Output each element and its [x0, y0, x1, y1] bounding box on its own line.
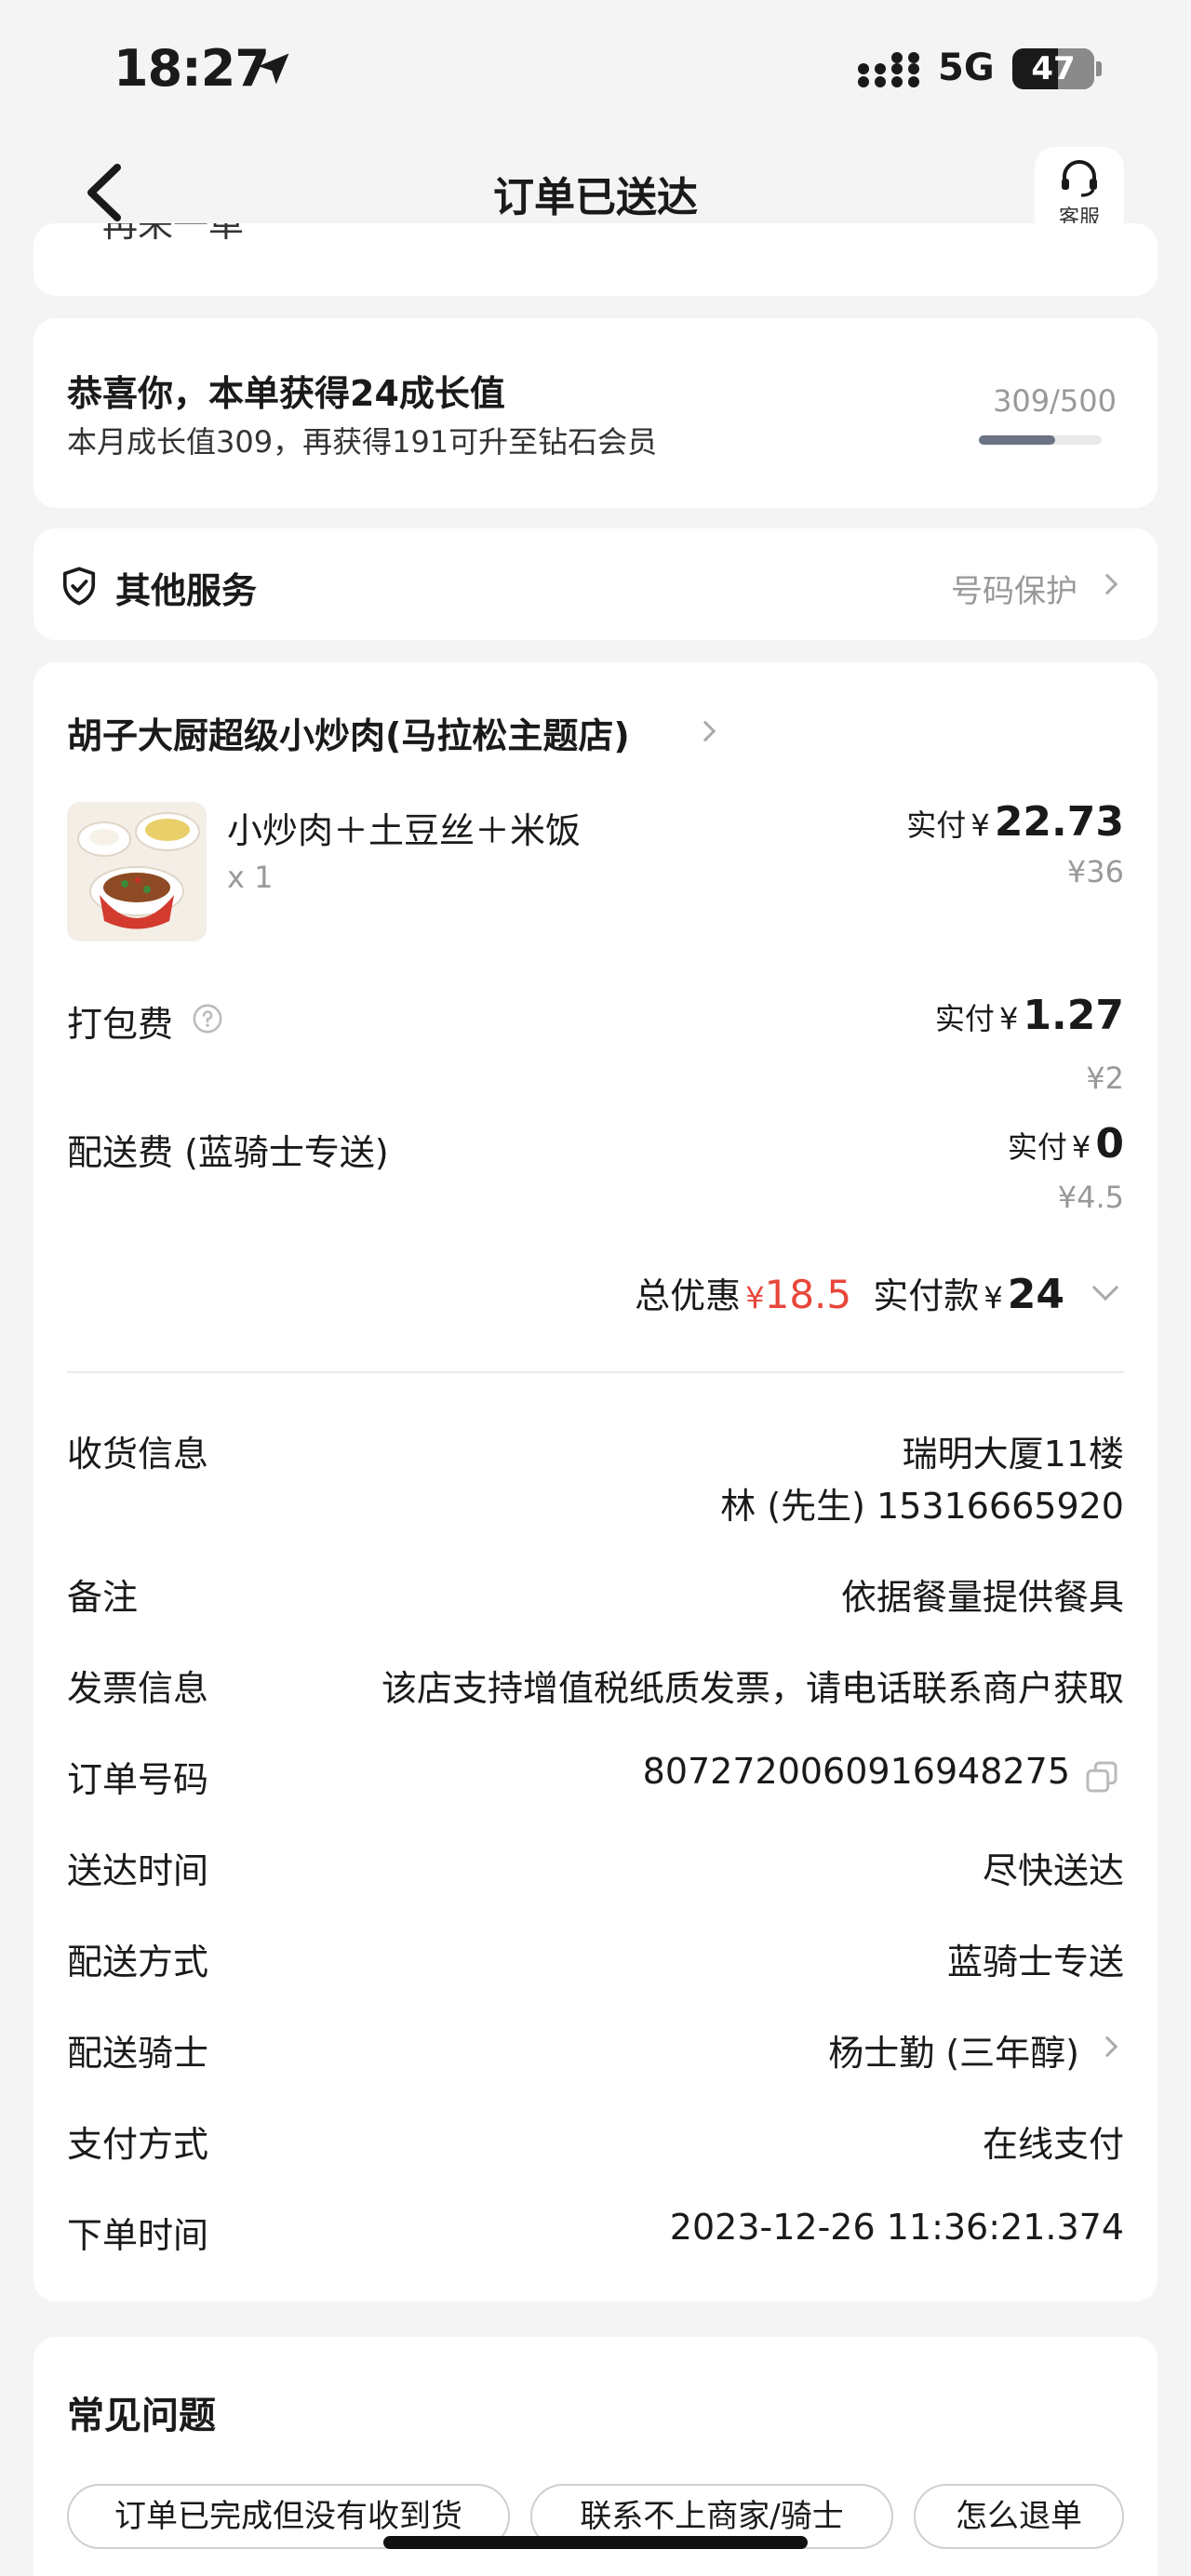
- item-paid-value: 22.73: [994, 798, 1124, 846]
- total-currency: ¥: [984, 1280, 1003, 1315]
- growth-progress-text: 309/500: [993, 383, 1117, 419]
- order-time-label: 下单时间: [67, 2215, 209, 2256]
- expand-chevron-icon[interactable]: [1091, 1274, 1119, 1301]
- growth-progress-fill: [979, 435, 1055, 445]
- number-protection-text: 号码保护: [951, 573, 1077, 610]
- invoice-label: 发票信息: [67, 1668, 209, 1709]
- product-image[interactable]: [67, 802, 207, 941]
- delivery-paid: 实付 ¥ 0: [1008, 1120, 1124, 1168]
- delivery-method-value: 蓝骑士专送: [946, 1942, 1124, 1982]
- help-icon[interactable]: [192, 1003, 223, 1034]
- order-number-value: 8072720060916948275: [642, 1751, 1070, 1792]
- item-currency: ¥: [970, 808, 990, 843]
- order-number-label: 订单号码: [67, 1759, 209, 1800]
- divider: [67, 1371, 1124, 1373]
- growth-card: 恭喜你，本单获得24成长值 本月成长值309，再获得191可升至钻石会员 309…: [33, 318, 1158, 508]
- shop-name[interactable]: 胡子大厨超级小炒肉(马拉松主题店): [67, 707, 630, 758]
- growth-subtitle: 本月成长值309，再获得191可升至钻石会员: [67, 424, 658, 460]
- item-paid-label: 实付: [906, 808, 967, 843]
- rider-label: 配送骑士: [67, 2033, 209, 2074]
- delivery-paid-value: 0: [1095, 1120, 1124, 1168]
- network-type: 5G: [938, 47, 995, 89]
- location-arrow-icon: [258, 53, 289, 85]
- discount-label: 总优惠: [635, 1275, 742, 1316]
- delivery-original: ¥4.5: [1057, 1180, 1124, 1215]
- payment-value: 在线支付: [982, 2124, 1124, 2165]
- delivery-currency: ¥: [1071, 1129, 1091, 1165]
- reorder-card: 再来一单: [33, 223, 1158, 296]
- packing-original: ¥2: [1086, 1061, 1124, 1096]
- packing-paid-value: 1.27: [1023, 992, 1124, 1039]
- order-card: 胡子大厨超级小炒肉(马拉松主题店) 小炒肉＋土豆丝＋米饭 x 1 实付 ¥ 22…: [33, 662, 1158, 2302]
- arrive-time-label: 送达时间: [67, 1850, 209, 1891]
- faq-refund-button[interactable]: 怎么退单: [914, 2484, 1124, 2549]
- status-time: 18:27: [114, 39, 270, 98]
- shield-check-icon: [62, 567, 96, 606]
- delivery-label: 配送费 (蓝骑士专送): [67, 1132, 389, 1173]
- battery-icon: 47: [1012, 48, 1094, 89]
- packing-paid: 实付 ¥ 1.27: [935, 992, 1124, 1039]
- growth-title: 恭喜你，本单获得24成长值: [67, 373, 505, 414]
- page-title: 订单已送达: [493, 174, 698, 221]
- home-indicator[interactable]: [383, 2536, 808, 2549]
- headset-icon: [1062, 160, 1097, 197]
- chevron-right-icon: [1096, 573, 1118, 595]
- packing-paid-label: 实付: [934, 1001, 995, 1036]
- order-time-value: 2023-12-26 11:36:21.374: [669, 2207, 1124, 2248]
- payment-label: 支付方式: [67, 2124, 209, 2165]
- address-label: 收货信息: [67, 1434, 209, 1475]
- shop-chevron-icon[interactable]: [694, 720, 716, 742]
- copy-icon[interactable]: [1083, 1758, 1120, 1795]
- battery-tip: [1096, 61, 1102, 76]
- note-label: 备注: [67, 1577, 139, 1618]
- rider-chevron-icon[interactable]: [1096, 2035, 1118, 2058]
- other-services-card[interactable]: 其他服务 号码保护: [33, 528, 1158, 640]
- reorder-text[interactable]: 再来一单: [102, 223, 244, 247]
- item-name: 小炒肉＋土豆丝＋米饭: [227, 810, 582, 851]
- discount-value: 18.5: [764, 1272, 852, 1317]
- other-services-title: 其他服务: [115, 570, 258, 611]
- item-quantity: x 1: [227, 860, 274, 895]
- arrive-time-value: 尽快送达: [982, 1850, 1124, 1891]
- packing-label: 打包费: [67, 1004, 174, 1045]
- address-line1: 瑞明大厦11楼: [902, 1434, 1124, 1475]
- growth-progress-bar: [979, 435, 1102, 445]
- item-paid: 实付 ¥ 22.73: [906, 798, 1124, 846]
- signal-icon: [858, 52, 919, 87]
- battery-level: 47: [1031, 50, 1076, 87]
- discount-currency: ¥: [745, 1280, 765, 1315]
- invoice-value: 该店支持增值税纸质发票，请电话联系商户获取: [381, 1668, 1124, 1709]
- delivery-method-label: 配送方式: [67, 1942, 209, 1982]
- item-original-price: ¥36: [1066, 854, 1124, 889]
- address-line2: 林 (先生) 15316665920: [720, 1486, 1124, 1527]
- rider-value[interactable]: 杨士勤 (三年醇): [828, 2024, 1079, 2075]
- order-summary[interactable]: 总优惠 ¥18.5 实付款 ¥ 24: [635, 1267, 1064, 1318]
- packing-currency: ¥: [998, 1001, 1019, 1036]
- total-value: 24: [1007, 1271, 1064, 1318]
- delivery-paid-label: 实付: [1007, 1129, 1067, 1165]
- faq-title: 常见问题: [67, 2395, 216, 2437]
- note-value: 依据餐量提供餐具: [840, 1577, 1124, 1618]
- total-label: 实付款: [873, 1275, 980, 1316]
